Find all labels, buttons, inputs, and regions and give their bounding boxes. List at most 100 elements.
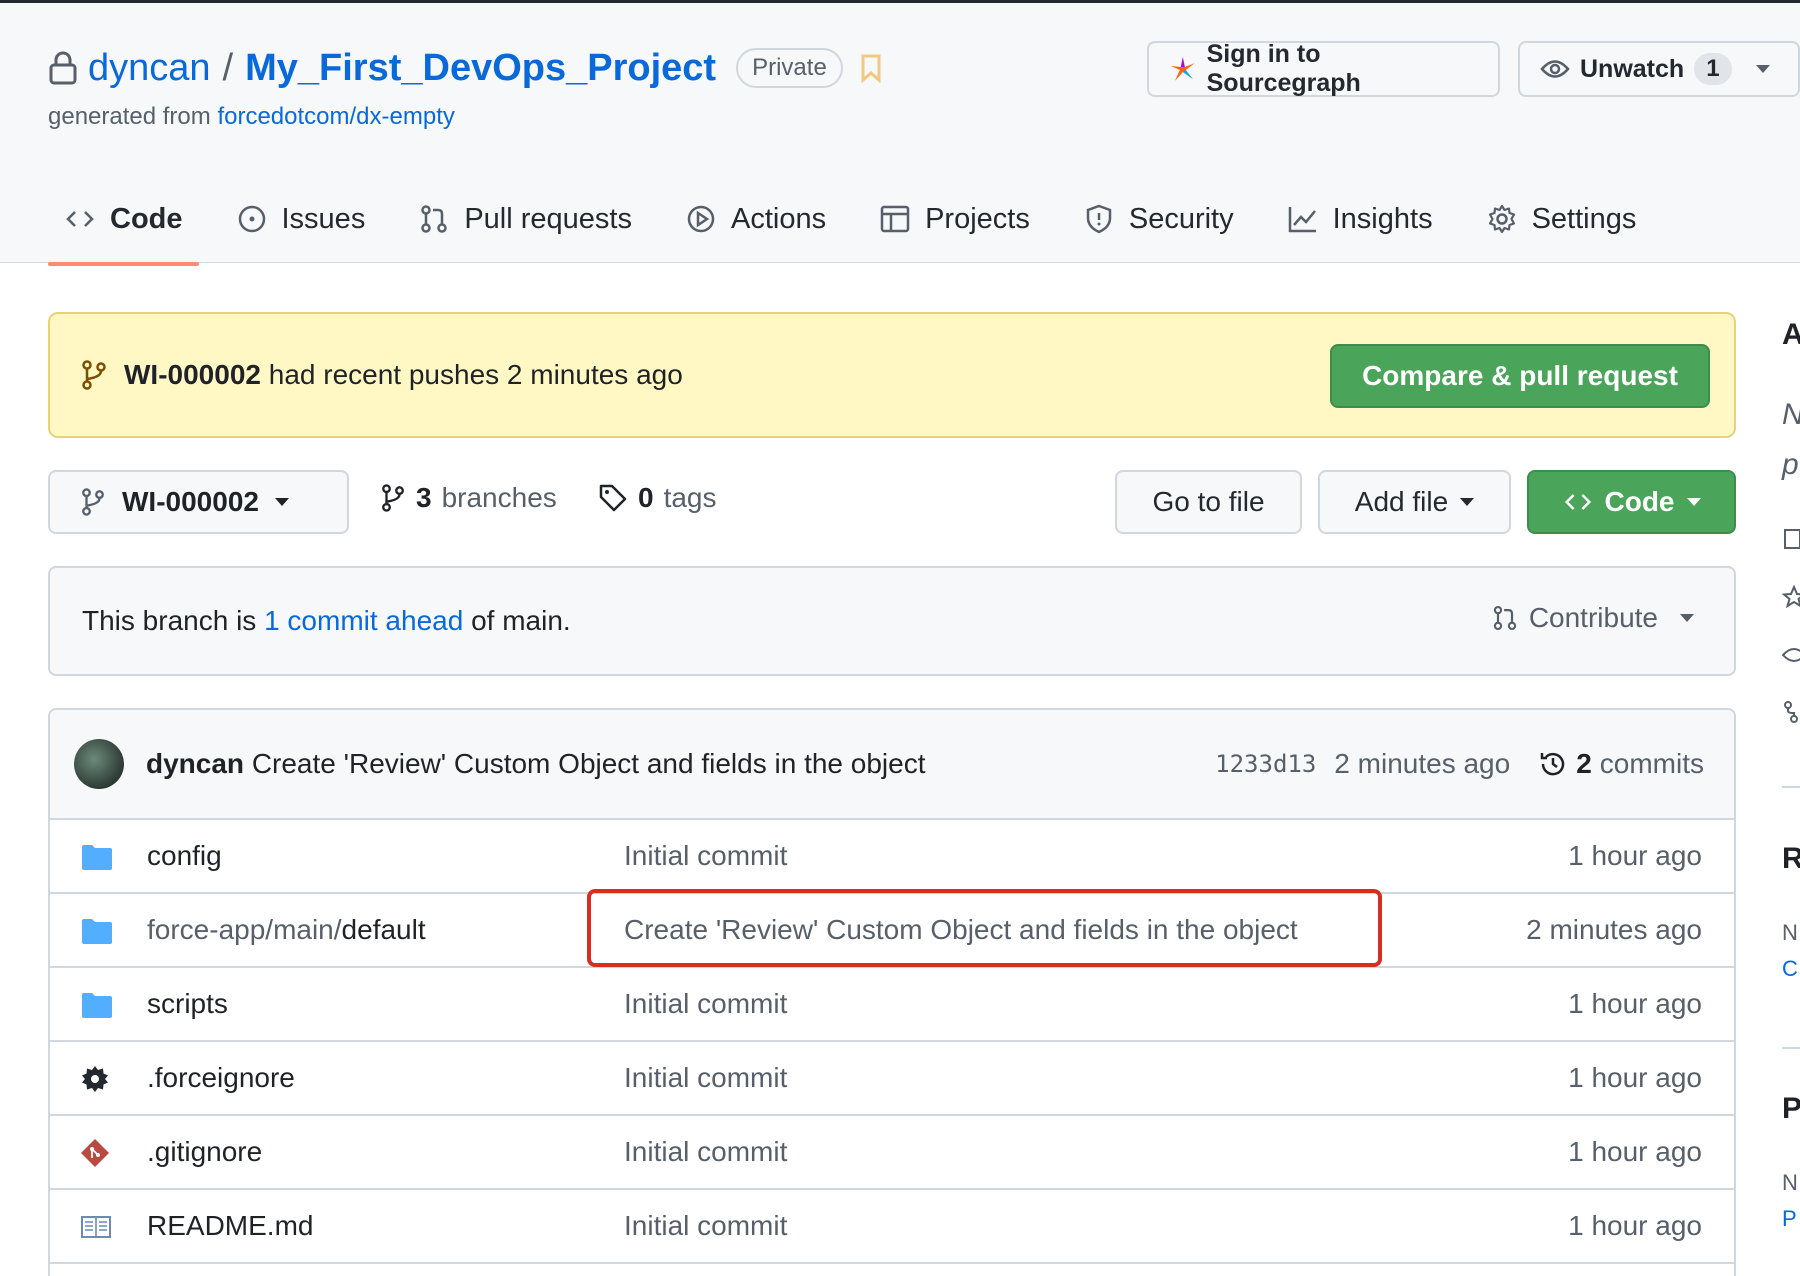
branches-count: 3	[416, 482, 432, 513]
file-name[interactable]: README.md	[147, 1210, 313, 1242]
play-icon	[687, 205, 715, 233]
file-age: 2 minutes ago	[1526, 914, 1702, 945]
file-name-text: scripts	[147, 988, 228, 1019]
repo-title: dyncan / My_First_DevOps_Project Private	[48, 43, 883, 93]
tags-link[interactable]: 0 tags	[598, 482, 717, 514]
commit-author[interactable]: dyncan	[146, 748, 244, 779]
tab-settings[interactable]: Settings	[1470, 183, 1653, 255]
go-to-file-button[interactable]: Go to file	[1115, 470, 1302, 534]
avatar[interactable]	[74, 739, 124, 789]
tab-pull-requests[interactable]: Pull requests	[402, 183, 648, 255]
about-heading: A	[1782, 318, 1800, 351]
file-name-text: default	[341, 914, 426, 945]
file-name[interactable]: force-app/main/default	[147, 914, 426, 946]
file-commit-message[interactable]: Create 'Review' Custom Object and fields…	[624, 914, 1298, 946]
branch-selector[interactable]: WI-000002	[48, 470, 349, 534]
file-browser: dyncan Create 'Review' Custom Object and…	[48, 708, 1736, 1276]
chevron-down-icon	[1680, 614, 1694, 622]
file-age: 1 hour ago	[1568, 840, 1702, 871]
file-row[interactable]: force-app/main/default Create 'Review' C…	[50, 894, 1734, 968]
unwatch-label: Unwatch	[1580, 54, 1685, 83]
releases-text: N	[1782, 920, 1798, 945]
code-button-label: Code	[1604, 486, 1675, 517]
repo-name-link[interactable]: My_First_DevOps_Project	[245, 47, 716, 90]
banner-message: had recent pushes 2 minutes ago	[268, 359, 683, 390]
sourcegraph-label: Sign in to Sourcegraph	[1206, 40, 1361, 97]
commit-meta: 1233d13 2 minutes ago 2 commits	[1215, 710, 1704, 818]
latest-commit-message: dyncan Create 'Review' Custom Object and…	[146, 748, 926, 780]
fork-icon[interactable]	[1782, 700, 1800, 724]
file-path-prefix: force-app/main/	[147, 914, 342, 945]
chevron-down-icon	[1686, 498, 1701, 506]
file-name[interactable]: .gitignore	[147, 1136, 262, 1168]
graph-icon	[1288, 207, 1316, 233]
packages-heading: P	[1782, 1092, 1800, 1125]
file-commit-message[interactable]: Initial commit	[624, 988, 787, 1020]
unwatch-button[interactable]: Unwatch 1	[1518, 41, 1800, 97]
star-icon[interactable]	[1782, 585, 1800, 609]
commit-sha[interactable]: 1233d13	[1215, 750, 1316, 778]
template-repo-link[interactable]: forcedotcom/dx-empty	[217, 103, 454, 130]
sourcegraph-button[interactable]: Sign in to Sourcegraph	[1147, 40, 1500, 97]
file-commit-message[interactable]: Initial commit	[624, 1210, 787, 1242]
tab-label: Actions	[730, 202, 827, 235]
file-row[interactable]: config Initial commit 1 hour ago	[50, 820, 1734, 894]
table-icon	[880, 205, 910, 233]
tab-label: Code	[110, 202, 183, 235]
tab-actions[interactable]: Actions	[669, 183, 842, 255]
chevron-down-icon	[274, 498, 289, 506]
file-age: 1 hour ago	[1568, 988, 1702, 1019]
branches-link[interactable]: 3 branches	[380, 482, 557, 514]
tab-security[interactable]: Security	[1067, 183, 1250, 255]
eye-icon[interactable]	[1782, 643, 1800, 667]
tab-label: Issues	[281, 202, 366, 235]
repo-owner-link[interactable]: dyncan	[88, 47, 211, 90]
file-name[interactable]: scripts	[147, 988, 228, 1020]
about-description-line1: N	[1782, 398, 1800, 432]
file-commit-message[interactable]: Initial commit	[624, 840, 787, 872]
folder-icon	[82, 845, 112, 870]
tab-insights[interactable]: Insights	[1271, 183, 1449, 255]
banner-text: WI-000002 had recent pushes 2 minutes ag…	[124, 359, 683, 391]
file-name[interactable]: .forceignore	[147, 1062, 295, 1094]
git-file-icon	[81, 1139, 109, 1167]
file-row[interactable]: README.md Initial commit 1 hour ago	[50, 1190, 1734, 1264]
file-row[interactable]: .forceignore Initial commit 1 hour ago	[50, 1042, 1734, 1116]
branch-status-box: This branch is 1 commit ahead of main. C…	[48, 566, 1736, 676]
history-icon	[1540, 752, 1565, 776]
code-dropdown-button[interactable]: Code	[1527, 470, 1736, 534]
code-icon	[1564, 494, 1591, 510]
banner-branch: WI-000002	[124, 359, 261, 390]
tag-icon	[599, 484, 627, 512]
commit-message[interactable]: Create 'Review' Custom Object and fields…	[252, 748, 926, 779]
contribute-dropdown[interactable]: Contribute	[1491, 602, 1694, 634]
file-commit-message[interactable]: Initial commit	[624, 1062, 787, 1094]
commits-label: commits	[1599, 748, 1704, 779]
tab-code[interactable]: Code	[48, 183, 199, 266]
folder-icon	[82, 919, 112, 944]
add-file-button[interactable]: Add file	[1318, 470, 1511, 534]
file-commit-message[interactable]: Initial commit	[624, 1136, 787, 1168]
issue-icon	[238, 205, 265, 233]
file-name-text: config	[147, 840, 222, 871]
tab-projects[interactable]: Projects	[863, 183, 1046, 255]
releases-link[interactable]: C	[1782, 956, 1798, 982]
file-row[interactable]: scripts Initial commit 1 hour ago	[50, 968, 1734, 1042]
releases-heading: R	[1782, 842, 1800, 875]
compare-pull-request-button[interactable]: Compare & pull request	[1330, 344, 1710, 408]
file-age: 1 hour ago	[1568, 1062, 1702, 1093]
commits-ahead-link[interactable]: 1 commit ahead	[264, 605, 463, 637]
book-icon[interactable]	[1782, 527, 1800, 551]
commits-link[interactable]: 2 commits	[1538, 748, 1704, 780]
file-row[interactable]: .gitignore Initial commit 1 hour ago	[50, 1116, 1734, 1190]
tags-label: tags	[663, 482, 717, 513]
file-name[interactable]: config	[147, 840, 222, 872]
file-name-text: .gitignore	[147, 1136, 263, 1167]
sidebar-divider	[1782, 1047, 1800, 1049]
sourcegraph-icon	[1170, 57, 1195, 81]
code-icon	[66, 211, 94, 227]
commit-age: 2 minutes ago	[1334, 748, 1511, 779]
tab-issues[interactable]: Issues	[220, 183, 382, 255]
contribute-label: Contribute	[1528, 602, 1658, 633]
packages-link[interactable]: P	[1782, 1206, 1797, 1232]
